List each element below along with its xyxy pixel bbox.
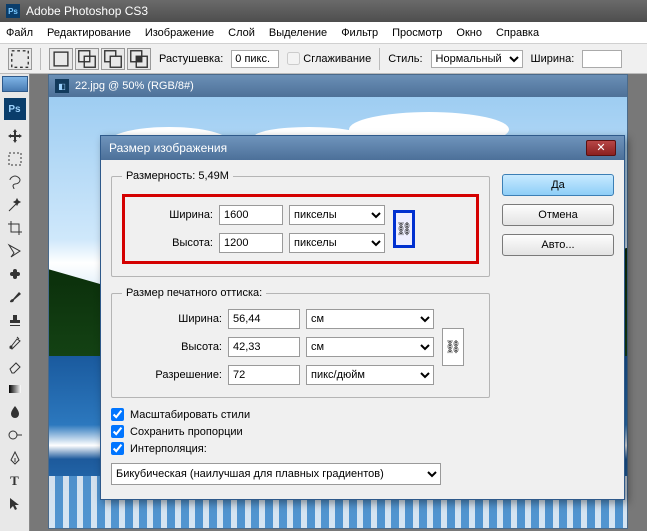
resolution-unit-select[interactable]: пикс/дюйм (306, 365, 434, 385)
pixel-dimensions-group: Размерность: 5,49M Ширина: пикселы Высот… (111, 170, 490, 277)
document-title: 22.jpg @ 50% (RGB/8#) (75, 80, 194, 92)
pixel-height-unit-select[interactable]: пикселы (289, 233, 385, 253)
interpolation-label: Интерполяция: (130, 443, 207, 455)
print-width-label: Ширина: (122, 313, 222, 325)
print-size-legend: Размер печатного оттиска: (122, 287, 266, 299)
print-width-unit-select[interactable]: см (306, 309, 434, 329)
type-tool-icon[interactable]: T (2, 470, 28, 492)
document-icon: ◧ (55, 79, 69, 93)
print-height-unit-select[interactable]: см (306, 337, 434, 357)
antialias-label: Сглаживание (303, 53, 371, 65)
resolution-label: Разрешение: (122, 369, 222, 381)
print-height-label: Высота: (122, 341, 222, 353)
pixel-height-input[interactable] (219, 233, 283, 253)
history-brush-tool-icon[interactable] (2, 332, 28, 354)
app-badge-icon: Ps (4, 98, 26, 120)
feather-input[interactable] (231, 50, 279, 68)
stamp-tool-icon[interactable] (2, 309, 28, 331)
feather-label: Растушевка: (159, 53, 223, 65)
toolbox-grip-icon[interactable] (2, 76, 28, 92)
selection-intersect-icon[interactable] (127, 48, 151, 70)
close-icon[interactable]: ✕ (586, 140, 616, 156)
image-size-dialog: Размер изображения ✕ Размерность: 5,49M … (100, 135, 625, 500)
constrain-link-icon[interactable]: ⛓ (393, 210, 415, 248)
constrain-proportions-label: Сохранить пропорции (130, 426, 243, 438)
app-title: Adobe Photoshop CS3 (26, 4, 148, 18)
print-height-input[interactable] (228, 337, 300, 357)
options-bar: Растушевка: Сглаживание Стиль: Нормальны… (0, 44, 647, 74)
brush-tool-icon[interactable] (2, 286, 28, 308)
app-logo-icon: Ps (6, 4, 20, 18)
antialias-checkbox[interactable]: Сглаживание (287, 52, 371, 65)
menu-help[interactable]: Справка (496, 27, 539, 39)
menu-layer[interactable]: Слой (228, 27, 255, 39)
style-select[interactable]: Нормальный (431, 50, 523, 68)
path-select-tool-icon[interactable] (2, 493, 28, 515)
resolution-input[interactable] (228, 365, 300, 385)
dialog-title: Размер изображения (109, 141, 227, 155)
selection-new-icon[interactable] (49, 48, 73, 70)
blur-tool-icon[interactable] (2, 401, 28, 423)
scale-styles-label: Масштабировать стили (130, 409, 250, 421)
dodge-tool-icon[interactable] (2, 424, 28, 446)
menu-filter[interactable]: Фильтр (341, 27, 378, 39)
print-width-input[interactable] (228, 309, 300, 329)
pixel-width-input[interactable] (219, 205, 283, 225)
selection-add-icon[interactable] (75, 48, 99, 70)
selection-subtract-icon[interactable] (101, 48, 125, 70)
dialog-title-bar[interactable]: Размер изображения ✕ (101, 136, 624, 160)
menu-file[interactable]: Файл (6, 27, 33, 39)
pixel-height-label: Высота: (135, 237, 213, 249)
pixel-width-unit-select[interactable]: пикселы (289, 205, 385, 225)
pixel-dimensions-legend: Размерность: 5,49M (122, 170, 233, 182)
cancel-button[interactable]: Отмена (502, 204, 614, 226)
menu-bar: Файл Редактирование Изображение Слой Выд… (0, 22, 647, 44)
eraser-tool-icon[interactable] (2, 355, 28, 377)
interpolation-select[interactable]: Бикубическая (наилучшая для плавных град… (111, 463, 441, 485)
wand-tool-icon[interactable] (2, 194, 28, 216)
selection-mode-group (49, 48, 151, 70)
lasso-tool-icon[interactable] (2, 171, 28, 193)
slice-tool-icon[interactable] (2, 240, 28, 262)
heal-tool-icon[interactable] (2, 263, 28, 285)
print-constrain-link-icon[interactable]: ⛓ (442, 328, 464, 366)
document-title-bar[interactable]: ◧ 22.jpg @ 50% (RGB/8#) (49, 75, 627, 97)
constrain-proportions-checkbox[interactable] (111, 425, 124, 438)
style-label: Стиль: (388, 53, 422, 65)
auto-button[interactable]: Авто... (502, 234, 614, 256)
app-title-bar: Ps Adobe Photoshop CS3 (0, 0, 647, 22)
pixel-width-label: Ширина: (135, 209, 213, 221)
highlight-box: Ширина: пикселы Высота: пикселы ⛓ (122, 194, 479, 264)
marquee-tool-icon[interactable] (2, 148, 28, 170)
print-size-group: Размер печатного оттиска: Ширина: см Выс… (111, 287, 490, 398)
gradient-tool-icon[interactable] (2, 378, 28, 400)
width-opt-input (582, 50, 622, 68)
menu-image[interactable]: Изображение (145, 27, 214, 39)
menu-window[interactable]: Окно (456, 27, 482, 39)
move-tool-icon[interactable] (2, 125, 28, 147)
menu-edit[interactable]: Редактирование (47, 27, 131, 39)
width-opt-label: Ширина: (531, 53, 575, 65)
toolbox: Ps T (0, 74, 30, 531)
menu-view[interactable]: Просмотр (392, 27, 442, 39)
crop-tool-icon[interactable] (2, 217, 28, 239)
marquee-tool-preset-icon[interactable] (8, 48, 32, 70)
ok-button[interactable]: Да (502, 174, 614, 196)
pen-tool-icon[interactable] (2, 447, 28, 469)
menu-select[interactable]: Выделение (269, 27, 327, 39)
scale-styles-checkbox[interactable] (111, 408, 124, 421)
interpolation-checkbox[interactable] (111, 442, 124, 455)
